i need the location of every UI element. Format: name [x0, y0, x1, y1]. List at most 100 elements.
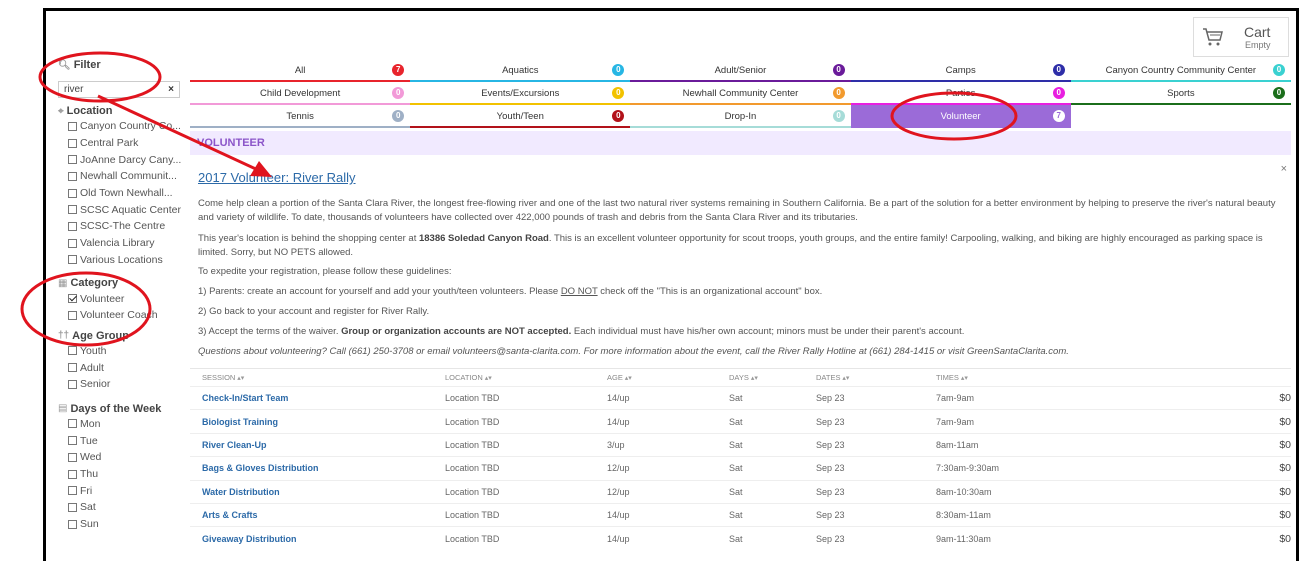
session-name[interactable]: Water Distribution [190, 487, 445, 497]
table-row[interactable]: Giveaway Distribution Location TBD 14/up Sa… [190, 526, 1291, 549]
session-location: Location TBD [445, 463, 500, 474]
table-row[interactable]: Check-In/Start Team Location TBD 14/up Sat S… [190, 386, 1291, 409]
age-option-label: Youth [80, 344, 107, 357]
event-title-link[interactable]: 2017 Volunteer: River Rally [198, 170, 356, 185]
day-option-thu[interactable]: Thu [58, 466, 182, 483]
session-price: $0 [1279, 532, 1291, 545]
category-checkbox[interactable] [68, 294, 77, 304]
column-header-dates[interactable]: DATES ▴▾ [816, 373, 936, 382]
tab-count-badge: 0 [392, 110, 405, 122]
day-option-fri[interactable]: Fri [58, 482, 182, 499]
tab-tennis[interactable]: Tennis 0 [190, 105, 411, 128]
location-checkbox[interactable] [68, 255, 77, 265]
day-checkbox[interactable] [68, 419, 77, 429]
location-option-old-town-newhall[interactable]: Old Town Newhall... [58, 185, 182, 202]
day-option-label: Sat [80, 501, 96, 514]
session-name[interactable]: Arts & Crafts [190, 510, 445, 520]
location-option-various-locations[interactable]: Various Locations [58, 252, 182, 269]
day-checkbox[interactable] [68, 469, 77, 479]
location-checkbox[interactable] [68, 221, 77, 231]
age-checkbox[interactable] [68, 346, 77, 356]
category-checkbox[interactable] [68, 310, 77, 320]
category-option-volunteer-coach[interactable]: Volunteer Coach [58, 307, 182, 324]
session-dates: Sep 23 [816, 393, 845, 404]
day-checkbox[interactable] [68, 486, 77, 496]
cart-status: Empty [1244, 40, 1271, 50]
day-checkbox[interactable] [68, 452, 77, 462]
close-icon[interactable]: × [1281, 163, 1287, 175]
column-header-days[interactable]: DAYS ▴▾ [729, 373, 816, 382]
day-checkbox[interactable] [68, 519, 77, 529]
column-header-times[interactable]: TIMES ▴▾ [936, 373, 1236, 382]
location-option-valencia-library[interactable]: Valencia Library [58, 235, 182, 252]
people-icon: †† [58, 330, 70, 342]
tab-aquatics[interactable]: Aquatics 0 [410, 59, 631, 82]
tab-drop-in[interactable]: Drop-In 0 [630, 105, 851, 128]
clear-filter-icon[interactable]: × [168, 84, 174, 95]
location-checkbox[interactable] [68, 121, 77, 131]
tab-all[interactable]: All 7 [190, 59, 411, 82]
location-option-scsc-the-centre[interactable]: SCSC-The Centre [58, 218, 182, 235]
session-price: $0 [1279, 462, 1291, 475]
tab-canyon-country-community-center[interactable]: Canyon Country Community Center 0 [1070, 59, 1291, 82]
tab-youth-teen[interactable]: Youth/Teen 0 [410, 105, 631, 128]
category-option-label: Volunteer [80, 292, 125, 305]
tab-volunteer[interactable]: Volunteer 7 [850, 105, 1071, 128]
cart-button[interactable]: Cart Empty [1193, 17, 1289, 57]
tab-underline [410, 126, 631, 128]
day-option-sat[interactable]: Sat [58, 499, 182, 516]
session-name[interactable]: Bags & Gloves Distribution [190, 463, 445, 473]
location-option-canyon-country-co[interactable]: Canyon Country Co... [58, 118, 182, 135]
age-checkbox[interactable] [68, 363, 77, 373]
session-times: 8:30am-11am [936, 510, 991, 521]
table-row[interactable]: Water Distribution Location TBD 12/up Sat Se… [190, 479, 1291, 503]
location-checkbox[interactable] [68, 205, 77, 215]
day-checkbox[interactable] [68, 436, 77, 446]
tab-child-development[interactable]: Child Development 0 [190, 82, 411, 105]
calendar-icon: ▤ [58, 403, 68, 415]
search-icon: 🔍︎ [58, 59, 71, 71]
age-checkbox[interactable] [68, 379, 77, 389]
filter-input[interactable]: river × [58, 81, 180, 98]
location-option-newhall-communit[interactable]: Newhall Communit... [58, 168, 182, 185]
session-name[interactable]: Biologist Training [190, 417, 445, 427]
column-header-session[interactable]: SESSION ▴▾ [190, 373, 445, 382]
table-row[interactable]: Arts & Crafts Location TBD 14/up Sat Sep 23 8… [190, 502, 1291, 526]
location-checkbox[interactable] [68, 188, 77, 198]
age-option-senior[interactable]: Senior [58, 376, 182, 393]
tab-sports[interactable]: Sports 0 [1070, 82, 1291, 105]
tab-parties[interactable]: Parties 0 [850, 82, 1071, 105]
table-row[interactable]: Biologist Training Location TBD 14/up Sat Se… [190, 409, 1291, 432]
column-header-location[interactable]: LOCATION ▴▾ [445, 373, 607, 382]
tab-camps[interactable]: Camps 0 [850, 59, 1071, 82]
tab-count-badge: 0 [1052, 64, 1065, 76]
location-checkbox[interactable] [68, 171, 77, 181]
day-option-mon[interactable]: Mon [58, 416, 182, 433]
column-header-age[interactable]: AGE ▴▾ [607, 373, 729, 382]
location-option-label: Old Town Newhall... [80, 187, 173, 200]
session-name[interactable]: Giveaway Distribution [190, 534, 445, 544]
age-option-youth[interactable]: Youth [58, 343, 182, 360]
sort-icon: ▴▾ [482, 375, 492, 382]
location-option-scsc-aquatic-center[interactable]: SCSC Aquatic Center [58, 201, 182, 218]
tab-events-excursions[interactable]: Events/Excursions 0 [410, 82, 631, 105]
session-name[interactable]: River Clean-Up [190, 440, 445, 450]
location-checkbox[interactable] [68, 238, 77, 248]
location-option-central-park[interactable]: Central Park [58, 135, 182, 152]
location-checkbox[interactable] [68, 138, 77, 148]
day-option-sun[interactable]: Sun [58, 516, 182, 533]
table-row[interactable]: River Clean-Up Location TBD 3/up Sat Sep 23 8… [190, 432, 1291, 456]
age-option-adult[interactable]: Adult [58, 359, 182, 376]
location-option-joanne-darcy-cany[interactable]: JoAnne Darcy Cany... [58, 151, 182, 168]
table-row[interactable]: Bags & Gloves Distribution Location TBD 12… [190, 456, 1291, 479]
section-header: VOLUNTEER [190, 131, 1291, 155]
tab-adult-senior[interactable]: Adult/Senior 0 [630, 59, 851, 82]
session-days: Sat [729, 439, 743, 450]
session-name[interactable]: Check-In/Start Team [190, 393, 445, 403]
day-checkbox[interactable] [68, 502, 77, 512]
day-option-wed[interactable]: Wed [58, 449, 182, 466]
category-option-volunteer[interactable]: Volunteer [58, 290, 182, 307]
day-option-tue[interactable]: Tue [58, 432, 182, 449]
location-checkbox[interactable] [68, 155, 77, 165]
tab-newhall-community-center[interactable]: Newhall Community Center 0 [630, 82, 851, 105]
